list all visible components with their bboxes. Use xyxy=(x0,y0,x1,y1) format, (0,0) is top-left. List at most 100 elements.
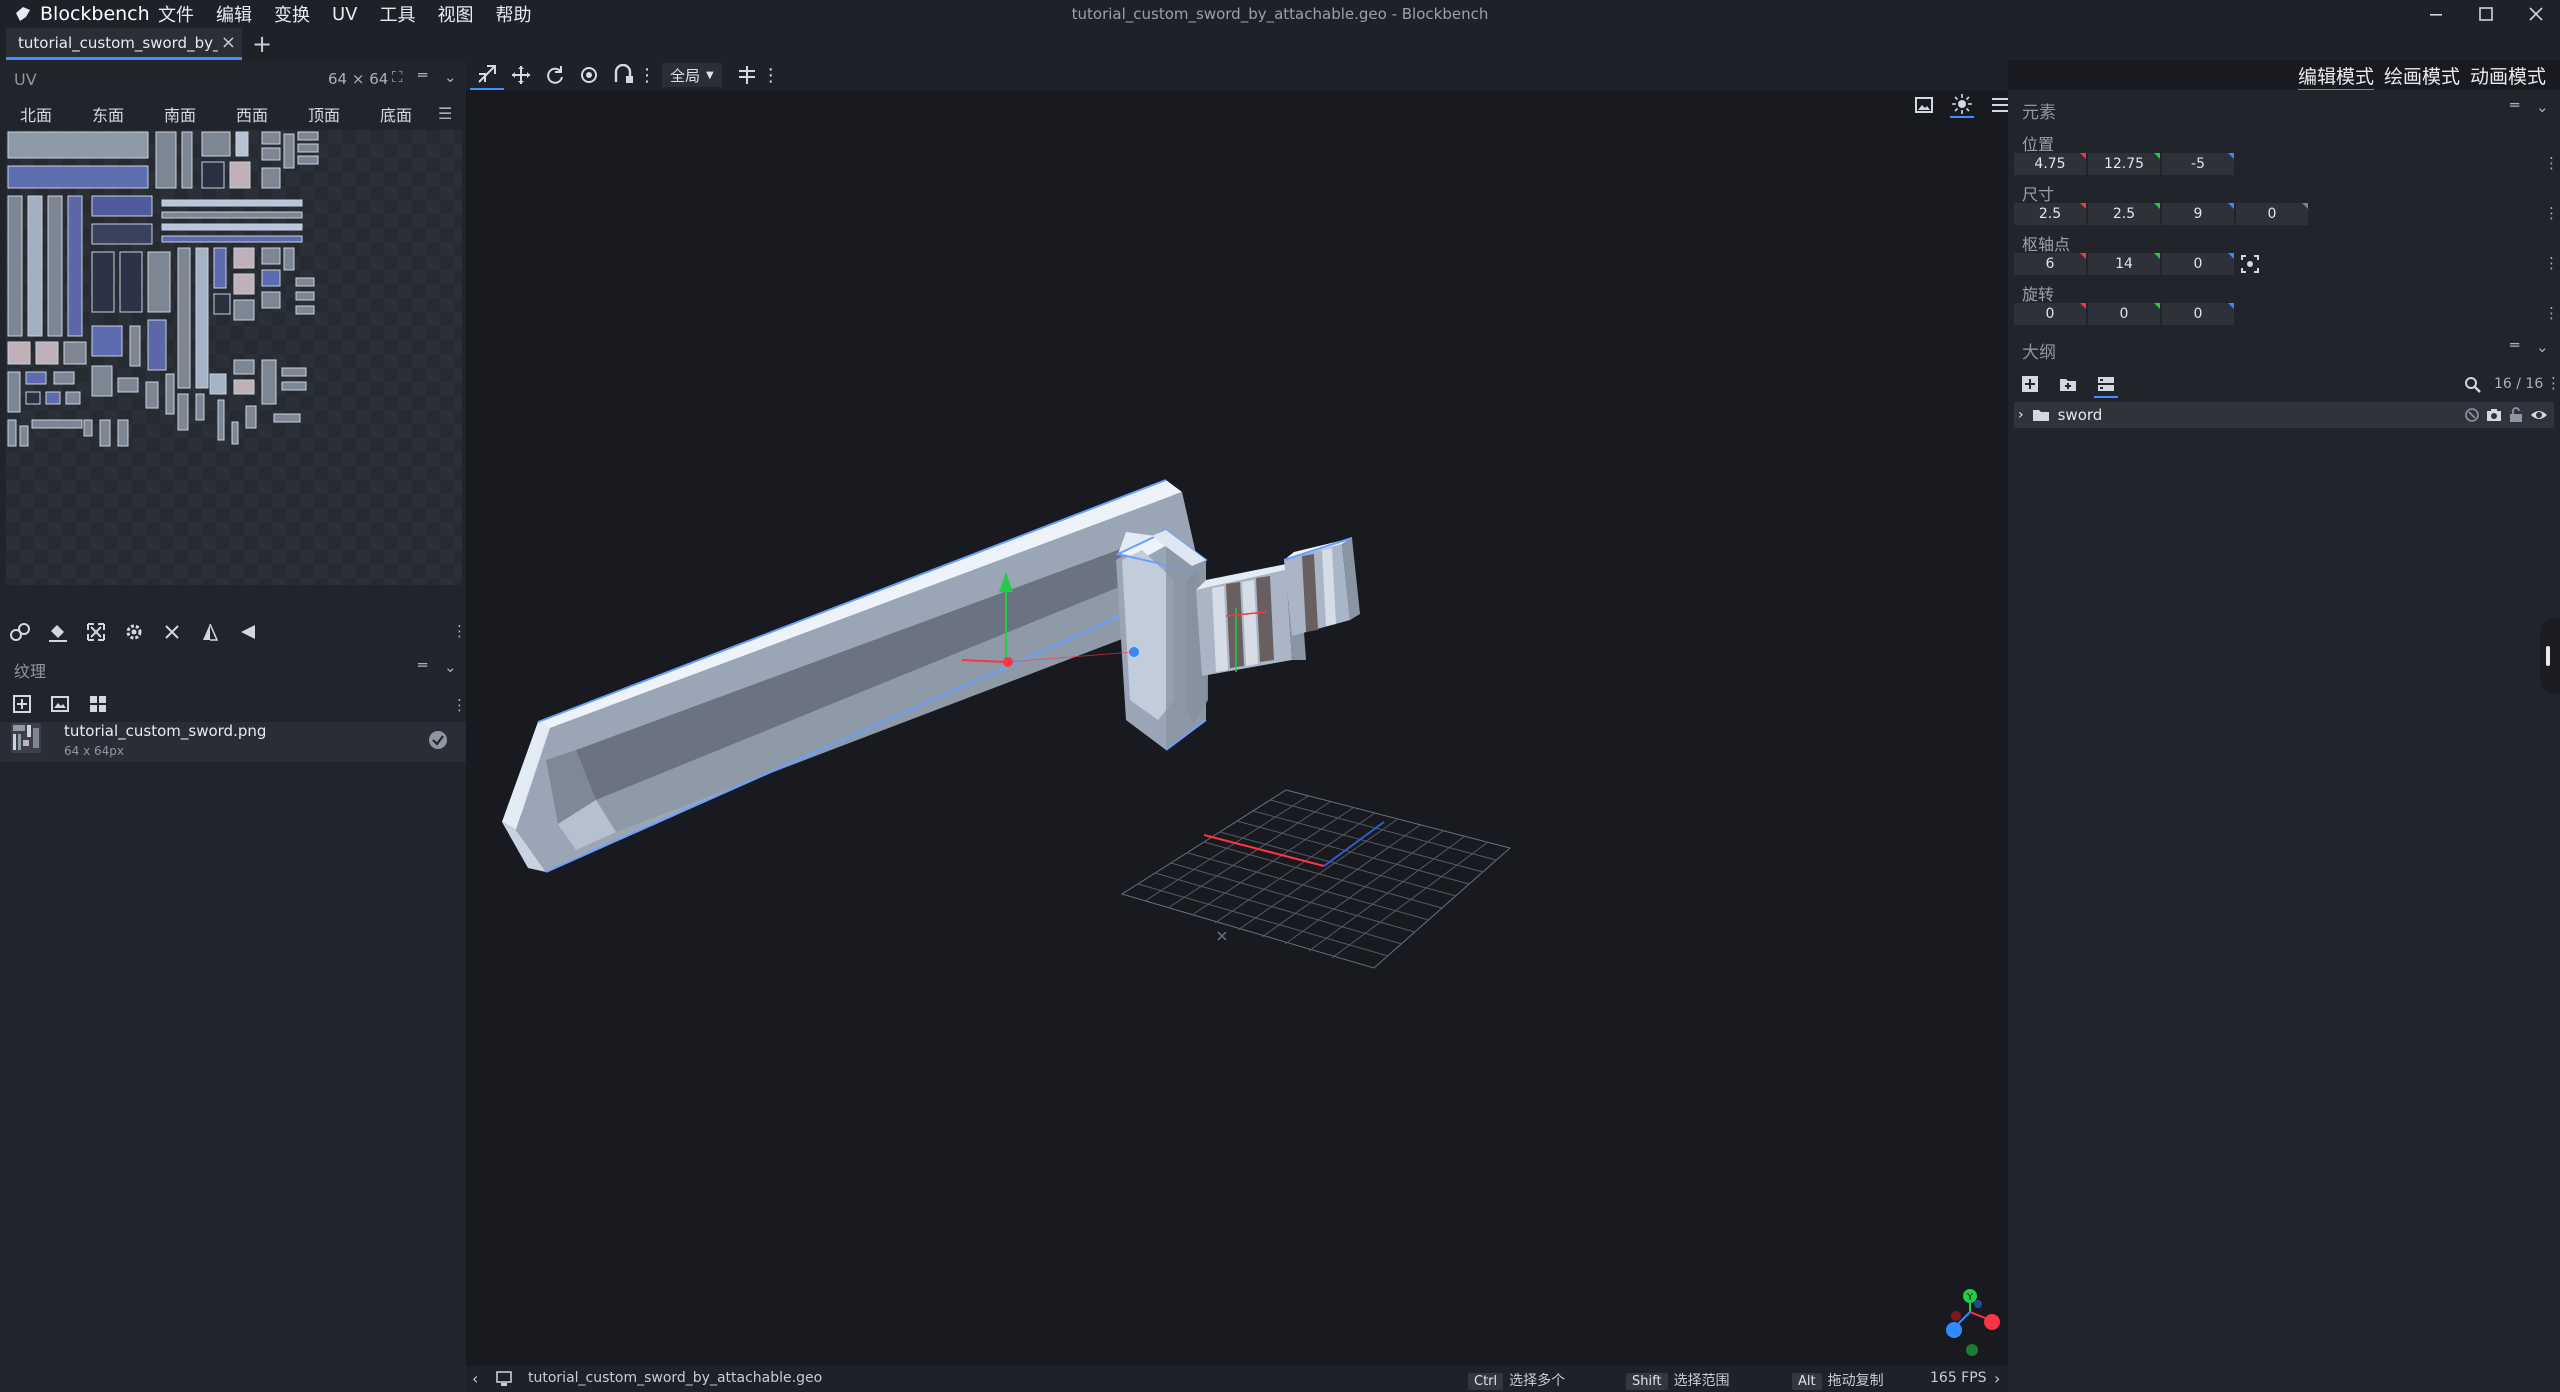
viewport-3d[interactable]: Y xyxy=(466,60,2008,1366)
chevron-left-icon[interactable]: ‹ xyxy=(472,1369,478,1388)
toolbar-more-icon[interactable]: ⋮ xyxy=(638,60,656,90)
uv-editor-canvas[interactable] xyxy=(6,130,462,585)
link-icon[interactable] xyxy=(8,620,32,644)
tab-project[interactable]: tutorial_custom_sword_by_attachable.geo … xyxy=(6,28,242,60)
eye-visibility-icon[interactable] xyxy=(2530,407,2548,423)
export-toggle-icon[interactable] xyxy=(2464,407,2480,423)
pivot-more-icon[interactable]: ⋮ xyxy=(2544,254,2559,272)
import-texture-icon[interactable] xyxy=(10,692,34,716)
tab-paint-mode[interactable]: 绘画模式 xyxy=(2384,62,2460,91)
position-y-input[interactable]: 12.75 xyxy=(2088,153,2160,175)
image-icon[interactable] xyxy=(1912,93,1936,117)
menu-lines-icon[interactable]: ═ xyxy=(418,66,427,84)
uv-texture-map xyxy=(7,131,319,447)
add-cube-icon[interactable] xyxy=(2018,372,2042,396)
side-scroll-handle[interactable] xyxy=(2540,618,2560,694)
rotate-tool-icon[interactable] xyxy=(538,60,572,90)
tab-close-icon[interactable]: × xyxy=(221,32,236,53)
new-tab-button[interactable]: + xyxy=(252,30,272,58)
element-menu-icon[interactable]: ═ xyxy=(2510,96,2519,114)
outliner-view-icon[interactable] xyxy=(2094,372,2118,398)
texture-grid-icon[interactable] xyxy=(86,692,110,716)
menu-tools[interactable]: 工具 xyxy=(380,1,416,27)
outliner-menu-icon[interactable]: ═ xyxy=(2510,336,2519,354)
position-z-input[interactable]: -5 xyxy=(2162,153,2234,175)
texture-thumbnail-icon xyxy=(11,723,41,753)
outliner-collapse-icon[interactable]: ⌄ xyxy=(2536,338,2549,356)
element-collapse-icon[interactable]: ⌄ xyxy=(2536,98,2549,116)
ground-grid xyxy=(1120,789,1512,969)
size-x-input[interactable]: 2.5 xyxy=(2014,203,2086,225)
gear-icon[interactable] xyxy=(122,620,146,644)
rotate-uv-icon[interactable] xyxy=(236,620,260,644)
menu-uv[interactable]: UV xyxy=(332,4,358,25)
size-more-icon[interactable]: ⋮ xyxy=(2544,204,2559,222)
size-inflate-input[interactable]: 0 xyxy=(2236,203,2308,225)
maximize-uv-icon[interactable] xyxy=(84,620,108,644)
texture-name: tutorial_custom_sword.png xyxy=(64,722,267,740)
outliner-group-row[interactable]: › sword xyxy=(2014,402,2554,428)
menu-view[interactable]: 视图 xyxy=(438,1,474,27)
fullscreen-icon[interactable]: ⛶ xyxy=(392,68,403,86)
menu-file[interactable]: 文件 xyxy=(158,1,194,27)
position-x-input[interactable]: 4.75 xyxy=(2014,153,2086,175)
tab-animate-mode[interactable]: 动画模式 xyxy=(2470,62,2546,91)
texture-collapse-icon[interactable]: ⌄ xyxy=(444,658,457,676)
position-more-icon[interactable]: ⋮ xyxy=(2544,154,2559,172)
menu-transform[interactable]: 变换 xyxy=(274,1,310,27)
tab-face-north[interactable]: 北面 xyxy=(0,102,72,126)
add-group-icon[interactable] xyxy=(2056,372,2080,396)
face-options-icon[interactable]: ☰ xyxy=(438,104,452,123)
pivot-x-input[interactable]: 6 xyxy=(2014,253,2086,275)
center-pivot-icon[interactable] xyxy=(2240,254,2260,274)
element-panel-title: 元素 xyxy=(2022,103,2056,123)
render-camera-icon[interactable] xyxy=(2486,407,2502,423)
snap-grid-icon[interactable] xyxy=(730,60,764,90)
check-circle-icon[interactable] xyxy=(428,730,448,750)
mirror-icon[interactable] xyxy=(198,620,222,644)
rotation-x-input[interactable]: 0 xyxy=(2014,303,2086,325)
pivot-z-input[interactable]: 0 xyxy=(2162,253,2234,275)
rotation-more-icon[interactable]: ⋮ xyxy=(2544,304,2559,322)
new-texture-icon[interactable] xyxy=(48,692,72,716)
menu-edit[interactable]: 编辑 xyxy=(216,1,252,27)
tab-face-up[interactable]: 顶面 xyxy=(288,102,360,126)
tab-face-south[interactable]: 南面 xyxy=(144,102,216,126)
tab-face-west[interactable]: 西面 xyxy=(216,102,288,126)
size-z-input[interactable]: 9 xyxy=(2162,203,2234,225)
vertex-snap-icon[interactable] xyxy=(606,60,640,90)
axis-orientation-gizmo: Y xyxy=(1946,1289,2000,1356)
size-y-input[interactable]: 2.5 xyxy=(2088,203,2160,225)
lighting-icon[interactable] xyxy=(1950,92,1974,118)
tab-edit-mode[interactable]: 编辑模式 xyxy=(2297,62,2374,91)
pivot-tool-icon[interactable] xyxy=(572,60,606,90)
outliner-more-icon[interactable]: ⋮ xyxy=(2546,374,2560,392)
move-tool-icon[interactable] xyxy=(470,60,504,90)
chevron-right-icon[interactable]: › xyxy=(1994,1369,2000,1388)
tab-face-down[interactable]: 底面 xyxy=(360,102,432,126)
transform-space-label: 全局 xyxy=(670,66,701,85)
close-icon[interactable] xyxy=(2526,4,2546,24)
chevron-down-icon[interactable]: ⌄ xyxy=(444,68,457,86)
search-icon[interactable] xyxy=(2464,376,2482,394)
texture-more-icon[interactable]: ⋮ xyxy=(452,696,467,714)
clear-icon[interactable] xyxy=(160,620,184,644)
texture-list-item[interactable]: tutorial_custom_sword.png 64 x 64px xyxy=(0,722,466,762)
transform-space-select[interactable]: 全局 ▼ xyxy=(662,63,722,87)
rotation-y-input[interactable]: 0 xyxy=(2088,303,2160,325)
lock-icon[interactable] xyxy=(2508,407,2524,423)
resize-tool-icon[interactable] xyxy=(504,60,538,90)
uv-more-icon[interactable]: ⋮ xyxy=(452,622,467,640)
fps-counter: 165 FPS xyxy=(1930,1370,1987,1386)
toolbar-more-2-icon[interactable]: ⋮ xyxy=(762,60,780,90)
paint-bucket-icon[interactable] xyxy=(46,620,70,644)
chevron-right-expand-icon[interactable]: › xyxy=(2018,407,2024,423)
menu-help[interactable]: 帮助 xyxy=(496,1,532,27)
texture-menu-icon[interactable]: ═ xyxy=(418,656,427,674)
app-name[interactable]: Blockbench xyxy=(14,2,150,26)
pivot-y-input[interactable]: 14 xyxy=(2088,253,2160,275)
minimize-icon[interactable] xyxy=(2426,4,2446,24)
tab-face-east[interactable]: 东面 xyxy=(72,102,144,126)
maximize-icon[interactable] xyxy=(2476,4,2496,24)
rotation-z-input[interactable]: 0 xyxy=(2162,303,2234,325)
